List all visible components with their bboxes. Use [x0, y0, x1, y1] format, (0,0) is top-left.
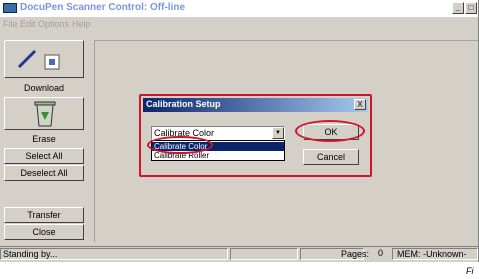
download-icon-button[interactable] [4, 40, 84, 78]
app-icon [3, 3, 17, 13]
status-spacer [230, 248, 298, 260]
maximize-button[interactable]: □ [465, 2, 477, 14]
pages-label: Pages: [341, 249, 370, 259]
mem-panel: MEM: -Unknown- [392, 248, 478, 260]
close-button[interactable]: Close [4, 224, 84, 240]
menu-options[interactable]: Options [38, 19, 69, 29]
menu-bar: File Edit Options Help [0, 18, 478, 32]
pages-panel: Pages: [300, 248, 369, 260]
select-all-button[interactable]: Select All [4, 148, 84, 164]
menu-file[interactable]: File [3, 19, 18, 29]
menu-edit[interactable]: Edit [20, 19, 36, 29]
dialog-title: Calibration Setup [146, 99, 221, 109]
status-text: Standing by... [0, 248, 228, 260]
download-label: Download [23, 83, 65, 93]
calibration-dialog: Calibration Setup X Calibrate Color ▼ Ca… [139, 94, 372, 177]
deselect-all-button[interactable]: Deselect All [4, 165, 84, 181]
ok-button[interactable]: OK [303, 124, 359, 140]
cancel-button[interactable]: Cancel [303, 149, 359, 165]
window-title: DocuPen Scanner Control: Off-line [20, 2, 186, 13]
option-calibrate-color[interactable]: Calibrate Color [152, 142, 284, 151]
menu-help[interactable]: Help [72, 19, 91, 29]
close-icon: X [357, 100, 363, 109]
transfer-button[interactable]: Transfer [4, 207, 84, 223]
trash-icon [34, 101, 56, 127]
status-bar: Standing by... Pages: 0 MEM: -Unknown- [0, 246, 478, 261]
option-calibrate-roller[interactable]: Calibrate Roller [152, 151, 284, 160]
pages-value: 0 [378, 248, 384, 258]
minimize-button[interactable]: _ [452, 2, 464, 14]
mem-status: MEM: -Unknown- [397, 249, 467, 259]
title-bar: DocuPen Scanner Control: Off-line _ □ [0, 0, 478, 17]
sidebar: Download Erase Select All Deselect All T… [2, 40, 86, 242]
dialog-close-button[interactable]: X [354, 99, 366, 110]
erase-label: Erase [32, 134, 56, 144]
calibration-dropdown-list: Calibrate Color Calibrate Roller [151, 140, 285, 161]
combo-value: Calibrate Color [154, 128, 215, 138]
pen-scanner-icon [17, 49, 60, 70]
calibration-combo[interactable]: Calibrate Color ▼ [151, 126, 285, 140]
figure-caption: Fi [466, 266, 474, 276]
dialog-title-bar: Calibration Setup X [143, 98, 368, 112]
chevron-down-icon[interactable]: ▼ [272, 127, 284, 139]
erase-icon-button[interactable] [4, 97, 84, 130]
